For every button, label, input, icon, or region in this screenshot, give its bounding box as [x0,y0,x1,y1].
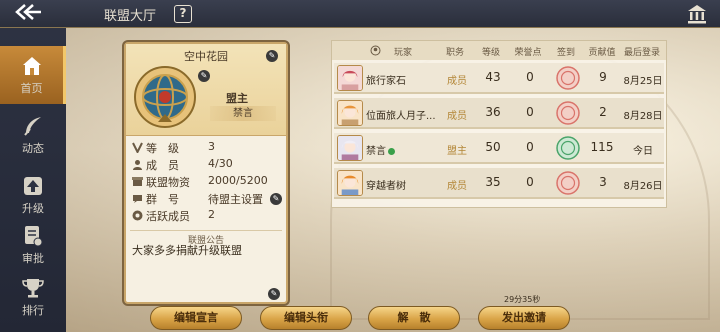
edit-group-icon[interactable]: ✎ [270,193,282,205]
top-bar: 联盟大厅 ? [0,0,720,28]
sidebar-item-label: 升级 [22,202,44,215]
avatar [337,100,363,126]
send-invite-button[interactable]: 发出邀请 [478,306,570,330]
table-row[interactable]: 禁言 盟主 50 0 115 今日 [334,133,664,164]
sidebar-item-ranking[interactable]: 排行 [0,268,66,326]
member-table: 玩家 职务 等级 荣誉点 签到 贡献值 最后登录 旅行家石 成员 43 0 9 … [331,40,667,208]
header-honor: 荣誉点 [514,48,542,58]
avatar [337,65,363,91]
stat-group: 群 号 待盟主设置 ✎ [132,191,286,208]
checkin-seal-icon [556,66,580,90]
sidebar-item-home[interactable]: 首页 [0,46,66,104]
sidebar-item-approve[interactable]: 审批 [0,216,66,274]
player-name: 禁言 [366,142,395,157]
online-status-icon [388,147,395,155]
table-header: 玩家 职务 等级 荣誉点 签到 贡献值 最后登录 [332,41,666,60]
avatar [337,170,363,196]
edit-emblem-icon[interactable]: ✎ [198,70,210,82]
page-title: 联盟大厅 [104,9,157,24]
members-icon [133,160,142,170]
leader-name: 禁言 [210,106,276,121]
checkin-seal-icon [556,101,580,125]
checkin-seal-icon [556,136,580,160]
upgrade-icon [24,177,42,195]
table-row[interactable]: 旅行家石 成员 43 0 9 8月25日 [334,63,664,94]
sidebar-item-label: 排行 [22,304,44,317]
stat-active: 活跃成员 2 [132,208,286,225]
active-members-icon [132,210,143,221]
header-last-login: 最后登录 [623,48,660,58]
bank-icon [688,5,706,24]
table-row[interactable]: 穿越者树 成员 35 0 3 8月26日 [334,168,664,199]
edit-declaration-button[interactable]: 编辑宣言 [150,306,242,330]
stat-supplies: 联盟物资 2000/5200 [132,174,286,191]
edit-guild-name-icon[interactable]: ✎ [266,50,278,62]
sidebar: 首页 动态 升级 审批 排行 [0,28,66,332]
disband-button[interactable]: 解 散 [368,306,460,330]
header-checkin: 签到 [556,48,575,58]
sidebar-item-label: 审批 [22,252,44,265]
home-icon [22,57,41,75]
player-icon [370,45,381,56]
guild-card-header: 空中花园 ✎ ✎ 盟主 禁言 [126,44,286,136]
group-icon [133,195,142,203]
avatar [337,135,363,161]
bank-button[interactable] [686,3,708,25]
header-level: 等级 [481,48,500,58]
header-player: 玩家 [393,48,412,58]
edit-notice-icon[interactable]: ✎ [268,288,280,300]
guild-emblem-icon [134,66,196,128]
feather-icon [24,117,41,136]
header-role: 职务 [445,48,464,58]
approve-icon [25,226,43,247]
checkin-seal-icon [556,171,580,195]
help-button[interactable]: ? [174,5,192,23]
table-row[interactable]: 位面旅人月子... 成员 36 0 2 8月28日 [334,98,664,129]
stat-members: 成 员 4/30 [132,157,286,174]
trophy-icon [22,279,44,298]
supplies-icon [132,177,143,186]
stat-level: 等 级 3 [132,140,286,157]
action-bar: 编辑宣言 编辑头衔 解 散 发出邀请 [66,302,720,332]
level-icon [132,142,143,153]
sidebar-item-label: 动态 [22,142,44,155]
back-arrow-icon [15,4,41,20]
leader-title: 盟主 [226,92,248,105]
back-button[interactable] [8,3,48,25]
sidebar-item-activity[interactable]: 动态 [0,106,66,164]
sidebar-item-label: 首页 [20,82,43,95]
edit-title-button[interactable]: 编辑头衔 [260,306,352,330]
header-contribution: 贡献值 [588,48,616,58]
notice-text: 大家多多捐献升级联盟 [132,244,242,257]
guild-card: 空中花园 ✎ ✎ 盟主 禁言 等 级 3 成 员 4/30 联盟物资 2000/… [124,42,288,304]
